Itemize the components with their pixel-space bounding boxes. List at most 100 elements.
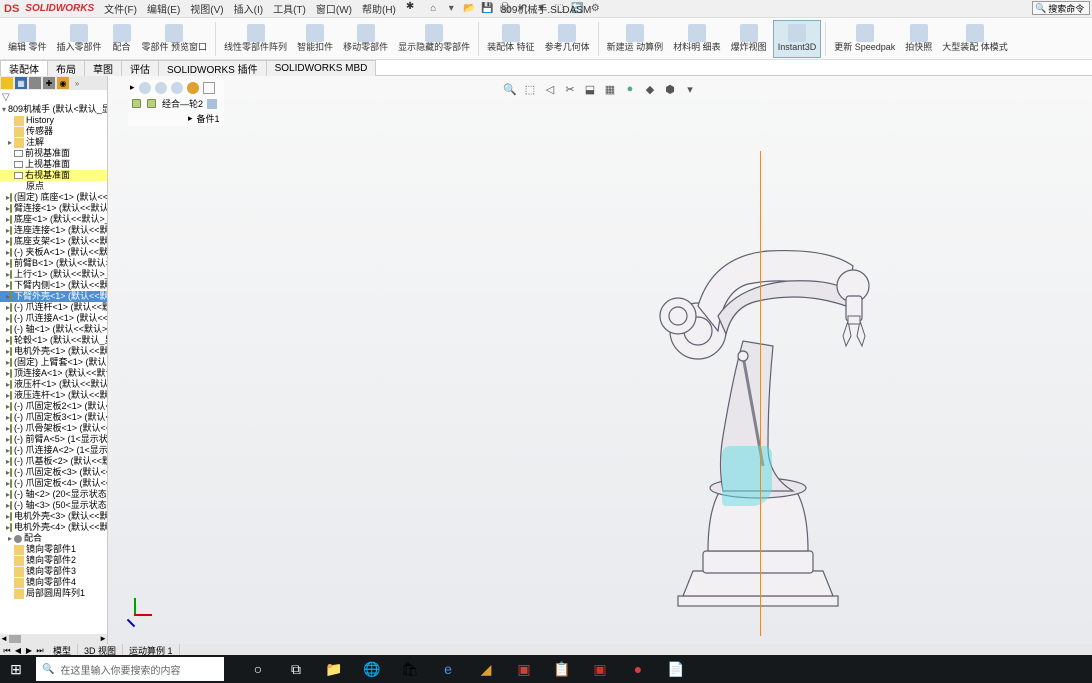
tree-item[interactable]: ▸(-) 爪固定板3<1> (默认<< [0, 412, 107, 423]
tree-item[interactable]: ▸(-) 爪基板<2> (默认<<默认 [0, 456, 107, 467]
tree-item[interactable]: ▸(固定) 底座<1> (默认<<默 [0, 192, 107, 203]
app-icon-4[interactable]: 📄 [666, 659, 686, 679]
tree-item[interactable]: ▸底座支架<1> (默认<<默认 [0, 236, 107, 247]
tree-item[interactable]: ▸底座<1> (默认<<默认>_显 [0, 214, 107, 225]
flyout-row-1[interactable]: 经合—轮2 [128, 96, 224, 111]
tab-last-icon[interactable]: ⏭ [35, 646, 45, 656]
property-manager-tab-icon[interactable]: ▦ [15, 77, 27, 89]
show-hidden-button[interactable]: 显示隐藏的零部件 [394, 20, 474, 58]
config-manager-tab-icon[interactable] [29, 77, 41, 89]
save-icon[interactable]: 💾 [480, 2, 494, 16]
tree-item[interactable]: ▸臂连接<1> (默认<<默认 [0, 203, 107, 214]
tree-item[interactable]: 上视基准面 [0, 159, 107, 170]
tree-item[interactable]: 局部圆周阵列1 [0, 588, 107, 599]
motion-study-button[interactable]: 新建运 动算例 [603, 20, 668, 58]
tree-item[interactable]: ▸前臂B<1> (默认<<默认>_ [0, 258, 107, 269]
tree-item[interactable]: ▸(-) 轴<2> (20<显示状态- [0, 489, 107, 500]
tree-item[interactable]: 传感器 [0, 126, 107, 137]
app-icon-2[interactable]: ▣ [514, 659, 534, 679]
tree-item[interactable]: ▸(-) 夹板A<1> (默认<<默认 [0, 247, 107, 258]
cortana-icon[interactable]: ○ [248, 659, 268, 679]
tree-item[interactable]: 镜向零部件3 [0, 566, 107, 577]
explorer-icon[interactable]: 📁 [324, 659, 344, 679]
app-icon-3[interactable]: 📋 [552, 659, 572, 679]
flyout-icon-3[interactable] [171, 82, 183, 94]
app-icon-1[interactable]: ◢ [476, 659, 496, 679]
tree-item[interactable]: ▸电机外壳<1> (默认<<默认 [0, 346, 107, 357]
tree-item[interactable]: ▸(-) 爪固定板2<1> (默认<< [0, 401, 107, 412]
tree-item[interactable]: ▸顶连接A<1> (默认<<默认 [0, 368, 107, 379]
smart-fastener-button[interactable]: 智能扣件 [293, 20, 337, 58]
open-icon[interactable]: 📂 [462, 2, 476, 16]
tree-item[interactable]: ▸(固定) 上臂套<1> (默认<< [0, 357, 107, 368]
section-view-icon[interactable]: ✂ [563, 82, 577, 96]
tab-next-icon[interactable]: ▶ [24, 646, 34, 656]
solidworks-taskbar-icon[interactable]: ▣ [590, 659, 610, 679]
hide-show-icon[interactable]: ● [623, 82, 637, 96]
menu-insert[interactable]: 插入(I) [230, 1, 267, 16]
dimxpert-tab-icon[interactable]: ✚ [43, 77, 55, 89]
ref-geometry-button[interactable]: 参考几何体 [541, 20, 594, 58]
expand-icon[interactable]: ▸ [6, 138, 14, 148]
windows-search-box[interactable]: 🔍 在这里输入你要搜索的内容 [36, 657, 224, 681]
tree-item[interactable]: ▸注解 [0, 137, 107, 148]
taskview-icon[interactable]: ⧉ [286, 659, 306, 679]
scroll-left-icon[interactable]: ◄ [0, 634, 8, 644]
tree-horizontal-scrollbar[interactable]: ◄ ► [0, 634, 107, 644]
record-icon[interactable]: ● [628, 659, 648, 679]
tree-item[interactable]: ▸轮毂<1> (默认<<默认_显 [0, 335, 107, 346]
store-icon[interactable]: 🛍 [400, 659, 420, 679]
edge-icon[interactable]: e [438, 659, 458, 679]
previous-view-icon[interactable]: ◁ [543, 82, 557, 96]
tree-item[interactable]: ▸(-) 轴<3> (50<显示状态-显 [0, 500, 107, 511]
menu-edit[interactable]: 编辑(E) [143, 1, 184, 16]
flyout-expand-icon[interactable]: ▸ [130, 82, 135, 94]
tree-item[interactable]: ▸液压杆<1> (默认<<默认> [0, 379, 107, 390]
tree-item[interactable]: 镜向零部件2 [0, 555, 107, 566]
menu-tools[interactable]: 工具(T) [269, 1, 310, 16]
tree-item[interactable]: 原点 [0, 181, 107, 192]
move-component-button[interactable]: 移动零部件 [339, 20, 392, 58]
exploded-view-button[interactable]: 爆炸视图 [727, 20, 771, 58]
graphics-viewport[interactable]: ▸ 经合—轮2 ▸ 备件1 🔍 ⬚ ◁ ✂ ⬓ [108, 76, 1092, 644]
menu-star[interactable]: ✱ [402, 1, 418, 16]
scroll-right-icon[interactable]: ► [99, 634, 107, 644]
update-speedpak-button[interactable]: 更新 Speedpak [830, 20, 899, 58]
assembly-feature-button[interactable]: 装配体 特征 [483, 20, 539, 58]
instant3d-button[interactable]: Instant3D [773, 20, 822, 58]
flyout-icon-2[interactable] [155, 82, 167, 94]
display-manager-tab-icon[interactable]: ◉ [57, 77, 69, 89]
zoom-area-icon[interactable]: ⬚ [523, 82, 537, 96]
snapshot-button[interactable]: 拍快照 [901, 20, 936, 58]
new-icon[interactable]: ▾ [444, 2, 458, 16]
tree-item[interactable]: History [0, 115, 107, 126]
scroll-thumb[interactable] [9, 635, 21, 643]
tab-assembly[interactable]: 装配体 [0, 60, 48, 76]
expand-icon[interactable]: ▾ [2, 105, 6, 115]
orientation-triad[interactable] [126, 594, 156, 624]
tree-item[interactable]: ▸(-) 爪连接A<2> (1<显示状 [0, 445, 107, 456]
tab-evaluate[interactable]: 评估 [121, 60, 159, 76]
display-style-icon[interactable]: ▦ [603, 82, 617, 96]
menu-view[interactable]: 视图(V) [186, 1, 227, 16]
tree-item[interactable]: ▸配合 [0, 533, 107, 544]
tree-item[interactable]: ▸上行<1> (默认<<默认>_显 [0, 269, 107, 280]
large-assembly-button[interactable]: 大型装配 体模式 [938, 20, 1012, 58]
panel-more-icon[interactable]: » [71, 77, 83, 89]
bom-button[interactable]: 材料明 细表 [669, 20, 725, 58]
search-command-box[interactable]: 🔍 搜索命令 [1032, 1, 1090, 15]
feature-tree-tab-icon[interactable] [1, 77, 13, 89]
tree-item[interactable]: ▸(-) 爪连接A<1> (默认<<默 [0, 313, 107, 324]
tab-sketch[interactable]: 草图 [84, 60, 122, 76]
tree-item[interactable]: 镜向零部件4 [0, 577, 107, 588]
tree-item[interactable]: ▸(-) 爪固定板<3> (默认<<默 [0, 467, 107, 478]
linear-pattern-button[interactable]: 线性零部件阵列 [220, 20, 291, 58]
tree-item[interactable]: ▸(-) 爪连杆<1> (默认<<默认 [0, 302, 107, 313]
robot-arm-model[interactable] [568, 156, 908, 626]
tab-mbd[interactable]: SOLIDWORKS MBD [266, 60, 377, 76]
menu-window[interactable]: 窗口(W) [312, 1, 356, 16]
tab-layout[interactable]: 布局 [47, 60, 85, 76]
chrome-icon[interactable]: 🌐 [362, 659, 382, 679]
tree-filter-bar[interactable]: ▽ [0, 90, 107, 104]
edit-appearance-icon[interactable]: ◆ [643, 82, 657, 96]
